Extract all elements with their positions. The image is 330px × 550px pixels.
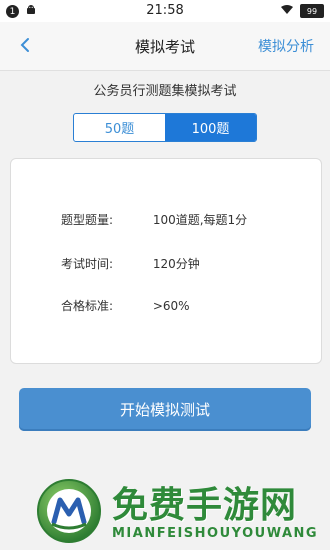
navigation-bar: 模拟考试 模拟分析 [0, 22, 330, 71]
info-row-exam-time: 考试时间: 120分钟 [61, 255, 200, 272]
exam-info-card: 题型题量: 100道题,每题1分 考试时间: 120分钟 合格标准: >60% [10, 158, 322, 364]
segment-50-questions[interactable]: 50题 [74, 114, 165, 141]
watermark-subtitle: MIANFEISHOUYOUWANG [112, 526, 319, 541]
info-row-question-type: 题型题量: 100道题,每题1分 [61, 211, 247, 228]
status-right: 99 [280, 4, 324, 18]
info-row-pass-standard: 合格标准: >60% [61, 297, 190, 314]
battery-icon: 99 [300, 4, 324, 18]
exam-name: 公务员行测题集模拟考试 [93, 84, 237, 99]
info-value: 100道题,每题1分 [152, 213, 248, 227]
watermark: 免费手游网 MIANFEISHOUYOUWANG [0, 468, 330, 550]
simulation-analysis-link[interactable]: 模拟分析 [258, 36, 314, 56]
info-label: 考试时间: [61, 257, 114, 271]
segment-100-questions[interactable]: 100题 [165, 114, 256, 141]
site-logo-icon [37, 479, 101, 543]
wifi-icon [280, 4, 294, 18]
question-count-segmented-control: 50题 100题 [73, 113, 257, 142]
start-simulation-button[interactable]: 开始模拟测试 [19, 388, 311, 431]
status-bar: 1 21:58 99 [0, 0, 330, 22]
info-value: 120分钟 [152, 257, 200, 271]
watermark-title: 免费手游网 [112, 485, 298, 526]
info-label: 合格标准: [61, 299, 114, 313]
info-value: >60% [152, 299, 190, 313]
info-label: 题型题量: [61, 213, 114, 227]
